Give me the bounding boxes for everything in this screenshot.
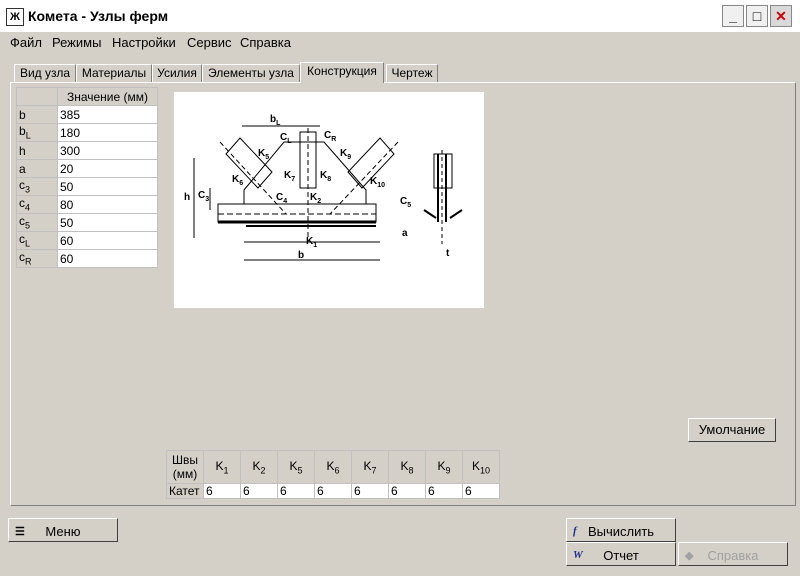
menu-service[interactable]: Сервис	[187, 35, 232, 50]
weld-value[interactable]: 6	[314, 483, 352, 499]
label-a: a	[402, 228, 408, 239]
params-header: Значение (мм)	[57, 87, 158, 106]
param-row-cl: cL 60	[16, 231, 158, 250]
label-C4: C4	[276, 192, 287, 205]
truss-node-drawing: bL CL CR K5 K9 K6 K7 K8 K10 h C3 C4 K2 C…	[174, 92, 484, 308]
param-value[interactable]: 180	[57, 123, 158, 142]
weld-value[interactable]: 6	[388, 483, 426, 499]
tab-node-view[interactable]: Вид узла	[14, 64, 76, 82]
param-value[interactable]: 20	[57, 159, 158, 178]
param-row-a: a 20	[16, 159, 158, 178]
app-window: Ж Комета - Узлы ферм _ □ ✕ Файл Режимы Н…	[0, 0, 800, 576]
param-row-bl: bL 180	[16, 123, 158, 142]
tab-forces[interactable]: Усилия	[152, 64, 202, 82]
params-grid: Значение (мм) b 385 bL 180 h 300 a 20 c3 50 c…	[16, 87, 158, 268]
label-K2: K2	[310, 192, 321, 205]
param-value[interactable]: 60	[57, 231, 158, 250]
welds-table: Швы (мм) K1 K2 K5 K6 K7 K8 K9 K10 Катет 6…	[166, 450, 500, 499]
weld-value[interactable]: 6	[240, 483, 278, 499]
weld-col-k8: K8	[388, 450, 426, 484]
minimize-button[interactable]: _	[722, 5, 744, 27]
weld-value[interactable]: 6	[203, 483, 241, 499]
weld-value[interactable]: 6	[277, 483, 315, 499]
menu-button[interactable]: ☰ Меню	[8, 518, 118, 542]
menu-settings[interactable]: Настройки	[112, 35, 176, 50]
weld-col-k6: K6	[314, 450, 352, 484]
param-row-c5: c5 50	[16, 213, 158, 232]
param-row-cr: cR 60	[16, 249, 158, 268]
param-row-c3: c3 50	[16, 177, 158, 196]
label-t: t	[446, 248, 450, 259]
weld-value[interactable]: 6	[351, 483, 389, 499]
param-row-b: b 385	[16, 105, 158, 124]
tab-drawing[interactable]: Чертеж	[386, 64, 438, 82]
calculate-button[interactable]: f Вычислить	[566, 518, 676, 542]
label-bL: bL	[270, 114, 281, 127]
app-icon[interactable]: Ж	[6, 8, 24, 26]
welds-header: Швы (мм)	[166, 450, 204, 484]
label-C3: C3	[198, 190, 209, 203]
weld-col-k1: K1	[203, 450, 241, 484]
label-K8: K8	[320, 170, 331, 183]
tab-materials[interactable]: Материалы	[76, 64, 152, 82]
maximize-button[interactable]: □	[746, 5, 768, 27]
tab-construction[interactable]: Конструкция	[300, 62, 384, 83]
label-b: b	[298, 250, 304, 261]
weld-value[interactable]: 6	[462, 483, 500, 499]
weld-col-k2: K2	[240, 450, 278, 484]
label-K1: K1	[306, 236, 317, 249]
param-value[interactable]: 80	[57, 195, 158, 214]
weld-value[interactable]: 6	[425, 483, 463, 499]
weld-col-k5: K5	[277, 450, 315, 484]
bottom-bar: ☰ Меню f Вычислить W Отчет ◆ Справка	[0, 510, 800, 576]
param-value[interactable]: 50	[57, 213, 158, 232]
tab-node-elements[interactable]: Элементы узла	[202, 64, 300, 82]
label-K6: K6	[232, 174, 243, 187]
menu-modes[interactable]: Режимы	[52, 35, 101, 50]
weld-col-k9: K9	[425, 450, 463, 484]
param-value[interactable]: 50	[57, 177, 158, 196]
menu-file[interactable]: Файл	[10, 35, 42, 50]
params-corner	[16, 87, 58, 106]
close-button[interactable]: ✕	[770, 5, 792, 27]
param-row-h: h 300	[16, 141, 158, 160]
label-h: h	[184, 192, 190, 203]
label-K9: K9	[340, 148, 351, 161]
label-K10: K10	[370, 176, 385, 189]
param-value[interactable]: 385	[57, 105, 158, 124]
weld-col-k7: K7	[351, 450, 389, 484]
welds-row-label: Катет	[166, 483, 204, 499]
label-K7: K7	[284, 170, 295, 183]
help-button[interactable]: ◆ Справка	[678, 542, 788, 566]
default-button[interactable]: Умолчание	[688, 418, 776, 442]
label-C5: C5	[400, 196, 411, 209]
param-row-c4: c4 80	[16, 195, 158, 214]
title-bar: Ж Комета - Узлы ферм _ □ ✕	[0, 0, 800, 33]
menu-bar: Файл Режимы Настройки Сервис Справка	[0, 32, 800, 54]
menu-help[interactable]: Справка	[240, 35, 291, 50]
report-button[interactable]: W Отчет	[566, 542, 676, 566]
param-value[interactable]: 300	[57, 141, 158, 160]
param-value[interactable]: 60	[57, 249, 158, 268]
weld-col-k10: K10	[462, 450, 500, 484]
label-CL: CL	[280, 132, 292, 145]
window-title: Комета - Узлы ферм	[28, 8, 169, 24]
label-CR: CR	[324, 130, 336, 143]
